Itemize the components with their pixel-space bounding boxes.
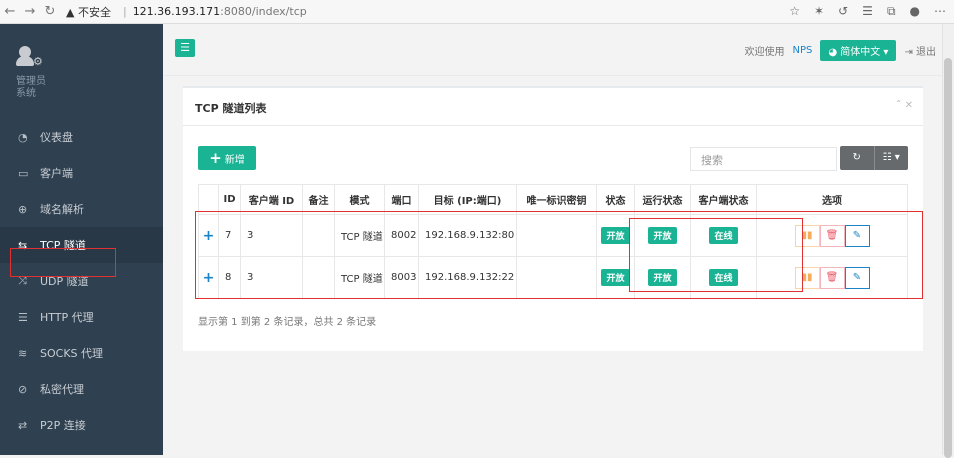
welcome-text: 欢迎使用 — [744, 47, 785, 58]
more-icon[interactable]: ⋯ — [934, 4, 946, 19]
highlight-box-rows — [195, 211, 923, 299]
add-button[interactable]: + 新增 — [198, 146, 256, 170]
url-host: 121.36.193.171 — [132, 5, 221, 18]
sidebar-menu: ◔ 仪表盘 ▭ 客户端 ⊕ 域名解析 ⇆ TCP 隧道 ⤨ UDP 隧道 ☰ HTTP 代理 ≋ SOCK… — [0, 119, 163, 443]
plus-icon: + — [209, 148, 222, 167]
column-header[interactable] — [198, 184, 219, 215]
highlight-box-status — [629, 218, 803, 292]
sidebar: ⚙ 管理员 系统 ◔ 仪表盘 ▭ 客户端 ⊕ 域名解析 ⇆ TCP 隧道 ⤨ UDP 隧道 ☰ HTT… — [0, 24, 163, 455]
column-header[interactable]: 客户端状态 — [690, 184, 757, 215]
sidebar-item-label: 客户端 — [40, 167, 73, 180]
monitor-icon: ▭ — [18, 166, 29, 180]
sidebar-item-label: 私密代理 — [40, 383, 84, 396]
column-header[interactable]: 客户端 ID — [240, 184, 303, 215]
profile-role: 系统 — [16, 88, 36, 99]
panel-title: TCP 隧道列表 — [195, 102, 267, 115]
sidebar-item-label: P2P 连接 — [40, 419, 86, 432]
arrows-icon: ⇄ — [18, 418, 28, 432]
sidebar-item-0[interactable]: ◔ 仪表盘 — [0, 119, 163, 155]
panel-tools[interactable]: ˆ ✕ — [896, 100, 913, 111]
server-icon: ☰ — [18, 310, 28, 324]
sidebar-item-label: 域名解析 — [40, 203, 84, 216]
collections-icon[interactable]: ⧉ — [887, 4, 896, 19]
sidebar-item-8[interactable]: ⇄ P2P 连接 — [0, 407, 163, 443]
profile-icon[interactable]: ● — [910, 4, 920, 19]
sidebar-item-label: 仪表盘 — [40, 131, 73, 144]
eye-slash-icon: ⊘ — [18, 382, 28, 396]
column-header[interactable]: 运行状态 — [634, 184, 691, 215]
forward-icon[interactable]: → — [20, 4, 40, 19]
layers-icon: ≋ — [18, 346, 28, 360]
column-header[interactable]: 备注 — [302, 184, 335, 215]
user-gear-icon: ⚙ — [16, 46, 46, 68]
column-header[interactable]: 端口 — [384, 184, 419, 215]
refresh-icon[interactable]: ↻ — [840, 146, 875, 170]
columns-icon[interactable]: ☷ ▾ — [875, 146, 909, 170]
sidebar-item-5[interactable]: ☰ HTTP 代理 — [0, 299, 163, 335]
back-icon[interactable]: ← — [0, 4, 20, 19]
reload-icon[interactable]: ↻ — [40, 4, 60, 19]
topbar: ☰ 欢迎使用 NPS ◕ 简体中文 ▾ ⇥ 退出 — [163, 24, 942, 76]
profile-name: 管理员 — [16, 76, 46, 87]
column-header[interactable]: 目标 (IP:端口) — [418, 184, 517, 215]
sidebar-item-1[interactable]: ▭ 客户端 — [0, 155, 163, 191]
table-toolbar: ↻ ☷ ▾ — [840, 146, 908, 170]
sidebar-item-label: SOCKS 代理 — [40, 347, 104, 360]
url-path: :8080/index/tcp — [220, 5, 307, 18]
favorites-list-icon[interactable]: ☰ — [862, 4, 873, 19]
browser-toolbar: ← → ↻ ▲ 不安全 | 121.36.193.171:8080/index/… — [0, 0, 954, 24]
sidebar-item-7[interactable]: ⊘ 私密代理 — [0, 371, 163, 407]
favorite-star-icon[interactable]: ☆ — [789, 4, 800, 19]
add-button-label: 新增 — [224, 154, 245, 166]
highlight-box-sidebar — [10, 248, 116, 277]
globe-icon: ⊕ — [18, 202, 28, 216]
column-header[interactable]: ID — [218, 184, 241, 215]
language-button[interactable]: ◕ 简体中文 ▾ — [820, 40, 897, 61]
extension-icon[interactable]: ✶ — [814, 4, 824, 19]
column-header[interactable]: 唯一标识密钥 — [516, 184, 597, 215]
security-warning: ▲ 不安全 — [66, 5, 111, 19]
profile: ⚙ 管理员 系统 — [0, 24, 163, 119]
hamburger-icon[interactable]: ☰ — [175, 39, 195, 57]
address-bar[interactable]: ▲ 不安全 | 121.36.193.171:8080/index/tcp — [66, 4, 307, 20]
search-input[interactable]: 搜索 — [690, 147, 837, 171]
sidebar-item-label: HTTP 代理 — [40, 311, 94, 324]
panel-header: TCP 隧道列表 ˆ ✕ — [183, 88, 923, 126]
sidebar-item-2[interactable]: ⊕ 域名解析 — [0, 191, 163, 227]
pagination-info: 显示第 1 到第 2 条记录，总共 2 条记录 — [198, 317, 377, 328]
brand-link[interactable]: NPS — [792, 45, 812, 56]
column-header[interactable]: 状态 — [596, 184, 635, 215]
sidebar-item-6[interactable]: ≋ SOCKS 代理 — [0, 335, 163, 371]
column-header[interactable]: 模式 — [334, 184, 385, 215]
logout-link[interactable]: ⇥ 退出 — [904, 43, 936, 58]
dashboard-icon: ◔ — [18, 130, 28, 144]
refresh-ext-icon[interactable]: ↺ — [838, 4, 848, 19]
column-header[interactable]: 选项 — [756, 184, 908, 215]
page-scrollbar[interactable] — [942, 24, 954, 458]
